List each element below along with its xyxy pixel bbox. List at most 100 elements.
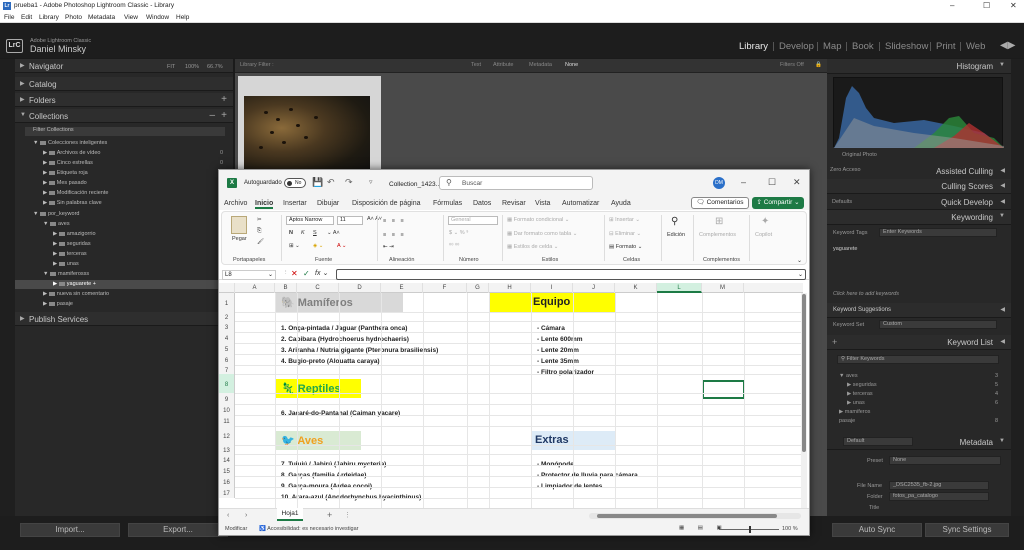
- copilot-icon[interactable]: ✦: [761, 216, 769, 227]
- collection-item[interactable]: ▶ pasaje: [43, 301, 73, 307]
- histogram-header[interactable]: Histogram ▼: [827, 59, 1011, 74]
- tab-insertar[interactable]: Insertar: [283, 200, 307, 207]
- borders-icon[interactable]: ⊞ ⌄: [289, 243, 300, 249]
- underline-icon[interactable]: S: [313, 230, 317, 236]
- currency-percent-icons[interactable]: $ ⌄ % ⁹: [449, 230, 469, 236]
- ribbon-collapse-icon[interactable]: ⌄: [797, 257, 802, 264]
- accessibility-status[interactable]: ♿ Accesibilidad: es necesario investigar: [259, 526, 359, 532]
- tab-automatizar[interactable]: Automatizar: [562, 200, 599, 207]
- row-header-16[interactable]: 16: [219, 476, 235, 487]
- tab-vista[interactable]: Vista: [535, 200, 550, 207]
- decimal-icons[interactable]: ⁰⁰ ⁰⁰: [449, 243, 459, 249]
- tab-disposicion[interactable]: Disposición de página: [352, 200, 421, 207]
- tab-ayuda[interactable]: Ayuda: [611, 200, 631, 207]
- module-develop[interactable]: Develop: [779, 41, 814, 52]
- name-box[interactable]: L8 ⌄: [222, 270, 276, 280]
- enter-keywords-select[interactable]: Enter Keywords: [879, 228, 997, 237]
- assisted-culling-header[interactable]: Assisted Culling ◀: [827, 164, 1011, 179]
- filter-collections-field[interactable]: Filter Collections: [25, 127, 225, 136]
- insert-function-icon[interactable]: fx ⌄: [315, 269, 328, 277]
- avatar[interactable]: DM: [713, 177, 725, 189]
- menu-file[interactable]: File: [4, 14, 14, 21]
- tab-revisar[interactable]: Revisar: [502, 200, 526, 207]
- horizontal-scrollbar-thumb[interactable]: [597, 514, 777, 518]
- collection-item[interactable]: ▶ nueva sin comentario: [43, 291, 109, 297]
- format-cells-button[interactable]: ▤ Formato ⌄: [609, 244, 642, 250]
- menu-photo[interactable]: Photo: [65, 14, 82, 21]
- mammal-entry[interactable]: 4. Bugio-preto (Alouatta caraya): [281, 358, 380, 365]
- view-mode-icons[interactable]: ▦ ▤ ▣: [679, 525, 728, 531]
- indent-icons[interactable]: ⇤ ⇥: [383, 244, 394, 250]
- edit-search-icon[interactable]: ⚲: [671, 216, 678, 227]
- close-icon[interactable]: ✕: [793, 177, 801, 188]
- module-web[interactable]: Web: [966, 41, 985, 52]
- collection-item[interactable]: ▶ terceras: [53, 251, 87, 257]
- row-header-11[interactable]: 11: [219, 415, 235, 426]
- row-header-5[interactable]: 5: [219, 343, 235, 354]
- keyword-suggestions-header[interactable]: Keyword Suggestions ◀: [827, 303, 1011, 318]
- row-header-6[interactable]: 6: [219, 354, 235, 365]
- customize-toolbar-icon[interactable]: ▿: [369, 178, 373, 186]
- cancel-formula-icon[interactable]: ✕: [291, 269, 298, 278]
- formula-input[interactable]: ⌄: [336, 269, 806, 280]
- row-header-17[interactable]: 17: [219, 487, 235, 498]
- row-header-14[interactable]: 14: [219, 454, 235, 465]
- comentarios-button[interactable]: 🗨 Comentarios: [691, 197, 749, 209]
- column-header-k[interactable]: K: [615, 283, 657, 293]
- collection-item[interactable]: ▶ seguridas: [53, 241, 91, 247]
- collection-set-por-keyword[interactable]: ▼ por_keyword: [33, 211, 79, 217]
- folders-header[interactable]: ▶ Folders +: [15, 93, 233, 107]
- tab-datos[interactable]: Datos: [473, 200, 491, 207]
- smart-collection[interactable]: ▶ Modificación reciente: [43, 190, 108, 196]
- paste-button[interactable]: Pegar: [232, 236, 247, 242]
- confirm-formula-icon[interactable]: ✓: [303, 269, 310, 278]
- quick-develop-header[interactable]: Quick Develop ◀: [827, 195, 1011, 210]
- column-header-a[interactable]: A: [235, 283, 275, 293]
- column-header-c[interactable]: C: [297, 283, 339, 293]
- sheet-tab-hoja1[interactable]: Hoja1: [277, 508, 303, 521]
- search-box[interactable]: ⚲ Buscar: [439, 176, 593, 190]
- underline-dropdown-icon[interactable]: ⌄ A˄: [327, 230, 340, 236]
- publish-services-header[interactable]: ▶Publish Services+: [15, 312, 233, 326]
- row-header-10[interactable]: 10: [219, 404, 235, 415]
- equipment-entry[interactable]: - Lente 600mm: [537, 336, 583, 343]
- format-as-table-button[interactable]: ▦ Dar formato como tabla ⌄: [507, 231, 577, 237]
- copilot-button[interactable]: Copilot: [755, 232, 772, 238]
- menu-view[interactable]: View: [124, 14, 138, 21]
- collection-item[interactable]: ▶ unas: [53, 261, 79, 267]
- formula-options-icon[interactable]: ⋮: [283, 270, 289, 276]
- zoom-slider-handle[interactable]: [749, 526, 751, 533]
- minimize-icon[interactable]: –: [950, 1, 954, 10]
- navigator-header[interactable]: ▶ Navigator FIT 100% 66.7%: [15, 59, 233, 73]
- tab-archivo[interactable]: Archivo: [224, 200, 247, 207]
- sync-settings-button[interactable]: Sync Settings: [925, 523, 1009, 537]
- import-button[interactable]: Import...: [20, 523, 120, 537]
- module-book[interactable]: Book: [852, 41, 874, 52]
- row-header-1[interactable]: 1: [219, 293, 235, 312]
- italic-icon[interactable]: K: [301, 230, 305, 236]
- row-header-15[interactable]: 15: [219, 465, 235, 476]
- menu-help[interactable]: Help: [176, 14, 189, 21]
- row-header-13[interactable]: 13: [219, 445, 235, 454]
- column-header-d[interactable]: D: [339, 283, 381, 293]
- column-header-l[interactable]: L: [657, 283, 702, 293]
- bold-icon[interactable]: N: [289, 230, 293, 236]
- catalog-header[interactable]: ▶ Catalog: [15, 77, 233, 91]
- redo-icon[interactable]: ↷: [345, 177, 353, 188]
- column-header-e[interactable]: E: [381, 283, 423, 293]
- sheet-prev-icon[interactable]: ‹: [227, 512, 229, 519]
- vertical-align-icons[interactable]: ≡ ≡ ≡: [383, 218, 406, 224]
- column-header-h[interactable]: H: [489, 283, 531, 293]
- vertical-scrollbar-thumb[interactable]: [802, 294, 806, 452]
- cut-icon[interactable]: ✂: [257, 217, 262, 223]
- tab-dibujar[interactable]: Dibujar: [317, 200, 339, 207]
- folder-field[interactable]: fotos_pa_catalogo: [889, 492, 989, 501]
- maximize-icon[interactable]: ☐: [768, 177, 776, 188]
- metadata-header[interactable]: Metadata ▼: [827, 435, 1011, 450]
- complementos-button[interactable]: Complementos: [699, 232, 736, 238]
- keyword-list-header[interactable]: Keyword List ◀ +: [827, 335, 1011, 350]
- column-header-g[interactable]: G: [467, 283, 489, 293]
- collection-item[interactable]: ▶ amazigorrio: [53, 231, 96, 237]
- autosave-toggle[interactable]: No: [284, 178, 306, 188]
- format-painter-icon[interactable]: 🖌: [257, 239, 264, 245]
